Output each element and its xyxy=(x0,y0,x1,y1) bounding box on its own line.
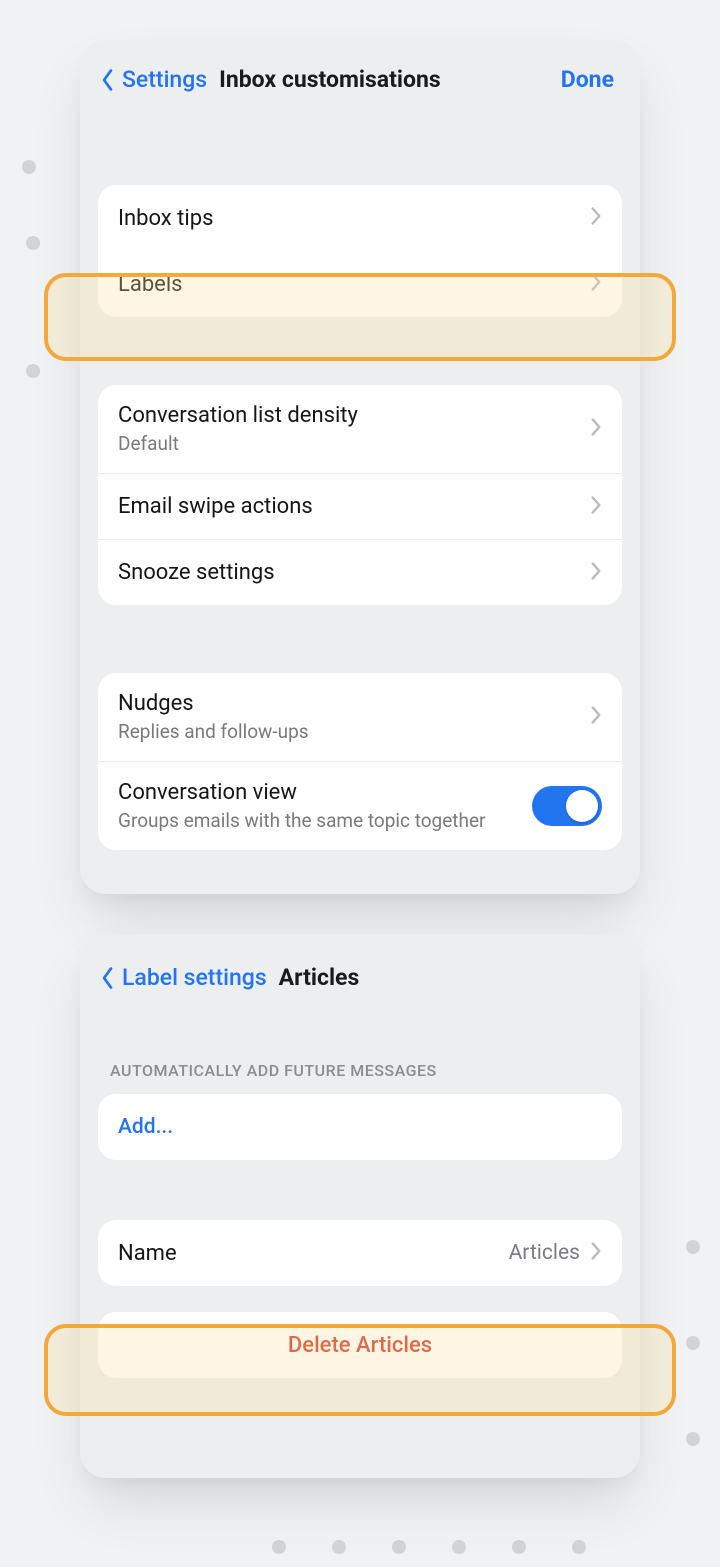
row-conversation-view: Conversation view Groups emails with the… xyxy=(98,761,622,850)
row-swipe-actions[interactable]: Email swipe actions xyxy=(98,473,622,539)
row-label: Name xyxy=(118,1241,497,1266)
card-header: Label settings Articles xyxy=(80,934,640,991)
inbox-customisations-card: Settings Inbox customisations Done Inbox… xyxy=(80,40,640,894)
chevron-right-icon xyxy=(590,417,602,441)
row-labels[interactable]: Labels xyxy=(98,251,622,317)
section-add-rule: Add... xyxy=(98,1094,622,1160)
chevron-right-icon xyxy=(590,1241,602,1265)
page-title: Articles xyxy=(279,964,360,991)
section-labels: Labels xyxy=(98,251,622,317)
row-conversation-density[interactable]: Conversation list density Default xyxy=(98,385,622,473)
chevron-left-icon xyxy=(94,67,120,93)
back-button[interactable]: Label settings xyxy=(94,964,267,991)
name-value: Articles xyxy=(509,1241,590,1265)
chevron-right-icon xyxy=(590,705,602,729)
section-inbox-tips: Inbox tips xyxy=(98,185,622,251)
row-nudges[interactable]: Nudges Replies and follow-ups xyxy=(98,673,622,761)
chevron-right-icon xyxy=(590,272,602,296)
section-list-settings: Conversation list density Default Email … xyxy=(98,385,622,605)
row-sublabel: Groups emails with the same topic togeth… xyxy=(118,809,520,832)
page-title: Inbox customisations xyxy=(219,66,441,93)
row-label: Nudges xyxy=(118,691,578,716)
row-label: Conversation list density xyxy=(118,403,578,428)
chevron-right-icon xyxy=(590,561,602,585)
row-snooze-settings[interactable]: Snooze settings xyxy=(98,539,622,605)
back-label: Label settings xyxy=(122,964,267,991)
row-sublabel: Replies and follow-ups xyxy=(118,720,578,743)
card-header: Settings Inbox customisations Done xyxy=(80,40,640,93)
row-label: Email swipe actions xyxy=(118,494,578,519)
section-name: Name Articles xyxy=(98,1220,622,1286)
row-label: Snooze settings xyxy=(118,560,578,585)
chevron-right-icon xyxy=(590,206,602,230)
row-inbox-tips[interactable]: Inbox tips xyxy=(98,185,622,251)
label-settings-card: Label settings Articles AUTOMATICALLY AD… xyxy=(80,934,640,1478)
row-add[interactable]: Add... xyxy=(98,1094,622,1160)
group-header-auto-add: AUTOMATICALLY ADD FUTURE MESSAGES xyxy=(80,1061,640,1080)
section-delete: Delete Articles xyxy=(98,1312,622,1378)
back-label: Settings xyxy=(122,66,207,93)
row-label: Labels xyxy=(118,272,578,297)
conversation-view-toggle[interactable] xyxy=(532,786,602,826)
chevron-right-icon xyxy=(590,495,602,519)
delete-label: Delete Articles xyxy=(288,1333,432,1358)
delete-button[interactable]: Delete Articles xyxy=(98,1312,622,1378)
done-button[interactable]: Done xyxy=(561,66,614,93)
add-label: Add... xyxy=(118,1115,173,1139)
chevron-left-icon xyxy=(94,965,120,991)
back-button[interactable]: Settings xyxy=(94,66,207,93)
row-name[interactable]: Name Articles xyxy=(98,1220,622,1286)
row-sublabel: Default xyxy=(118,432,578,455)
row-label: Inbox tips xyxy=(118,206,578,231)
row-label: Conversation view xyxy=(118,780,520,805)
section-conversation: Nudges Replies and follow-ups Conversati… xyxy=(98,673,622,850)
